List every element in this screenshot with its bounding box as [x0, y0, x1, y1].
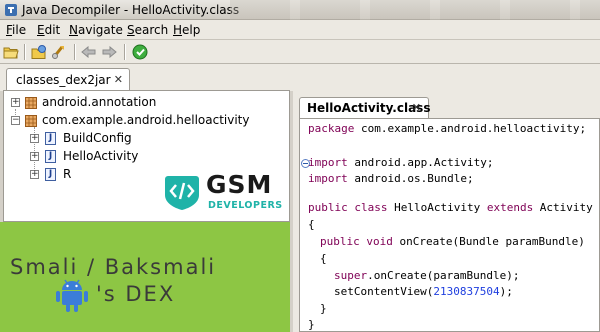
- tree-item-helloactivity[interactable]: + J HelloActivity: [4, 148, 284, 166]
- tree-item-com-example-android-helloactivity[interactable]: − com.example.android.helloactivity: [4, 112, 284, 130]
- code-text: );: [499, 285, 513, 298]
- code-text: onCreate(Bundle paramBundle): [392, 235, 585, 248]
- code-line: super.onCreate(paramBundle);: [334, 269, 519, 285]
- forward-icon[interactable]: [100, 43, 118, 61]
- code-keyword: super: [334, 269, 368, 282]
- code-line: public void onCreate(Bundle paramBundle): [320, 235, 585, 251]
- logo-sub-text: DEVELOPERS: [208, 200, 283, 211]
- java-decompiler-icon: [5, 4, 17, 16]
- code-keyword: public class: [308, 201, 388, 214]
- menu-navigate[interactable]: Navigate: [69, 23, 123, 37]
- code-number: 2130837504: [433, 285, 500, 298]
- class-file-icon: J: [45, 150, 56, 163]
- tree-item-label: HelloActivity: [63, 149, 139, 163]
- code-text: android.app.Activity;: [347, 156, 494, 169]
- editor-area: HelloActivity.class ✕ package com.exampl…: [293, 91, 600, 332]
- code-text: .onCreate(paramBundle);: [367, 269, 520, 282]
- logo-main-text: GSM: [206, 170, 273, 199]
- package-icon: [25, 97, 37, 109]
- toolbar-separator: [124, 44, 125, 60]
- code-text: com.example.android.helloactivity;: [354, 122, 587, 135]
- menu-search[interactable]: Search: [127, 23, 168, 37]
- expand-icon[interactable]: +: [30, 134, 39, 143]
- code-line: }: [320, 302, 327, 315]
- code-keyword: extends: [486, 201, 534, 214]
- code-keyword: public void: [320, 235, 393, 248]
- code-line: package com.example.android.helloactivit…: [308, 122, 586, 138]
- outer-tab-strip: classes_dex2jar ✕: [0, 64, 600, 91]
- code-line: {: [308, 218, 315, 231]
- code-keyword: package: [308, 122, 355, 135]
- toolbar: [0, 40, 600, 64]
- android-robot-icon: [56, 279, 88, 312]
- code-keyword: import: [308, 156, 348, 169]
- code-keyword: import: [308, 172, 348, 185]
- menu-help[interactable]: Help: [173, 23, 200, 37]
- package-icon: [25, 115, 37, 127]
- collapse-icon[interactable]: −: [11, 116, 20, 125]
- back-icon[interactable]: [80, 43, 98, 61]
- close-icon[interactable]: ✕: [412, 101, 421, 114]
- tab-classes-dex2jar[interactable]: classes_dex2jar ✕: [6, 68, 130, 91]
- code-line: {: [320, 252, 327, 265]
- tree-item-label: BuildConfig: [63, 131, 132, 145]
- tree-item-buildconfig[interactable]: + J BuildConfig: [4, 130, 284, 148]
- web-icon[interactable]: [131, 43, 149, 61]
- tree-item-label: android.annotation: [42, 95, 157, 109]
- tab-label: classes_dex2jar: [16, 73, 111, 87]
- code-line: public class HelloActivity extends Activ…: [308, 201, 593, 217]
- toolbar-separator: [24, 44, 25, 60]
- expand-icon[interactable]: +: [30, 152, 39, 161]
- code-line: import android.app.Activity;: [308, 156, 493, 172]
- banner-subtitle: 's DEX: [96, 282, 176, 306]
- gsm-developers-logo: GSM DEVELOPERS: [162, 170, 290, 214]
- title-bar: Java Decompiler - HelloActivity.class: [0, 0, 600, 20]
- close-icon[interactable]: ✕: [114, 73, 123, 86]
- banner-title: Smali / Baksmali: [10, 255, 217, 279]
- toolbar-separator: [74, 44, 75, 60]
- smali-banner: Smali / Baksmali 's DEX: [0, 222, 290, 332]
- tree-item-label: R: [63, 167, 72, 181]
- open-file-icon[interactable]: [2, 43, 20, 61]
- expand-icon[interactable]: +: [30, 170, 39, 179]
- code-line: setContentView(2130837504);: [334, 285, 513, 301]
- menu-edit[interactable]: Edit: [37, 23, 60, 37]
- menu-bar: File Edit Navigate Search Help: [0, 20, 600, 40]
- code-text: HelloActivity: [387, 201, 487, 214]
- class-file-icon: J: [45, 168, 56, 181]
- window-title: Java Decompiler - HelloActivity.class: [22, 3, 240, 17]
- tab-helloactivity-class[interactable]: HelloActivity.class ✕: [299, 97, 430, 119]
- code-line: }: [308, 318, 315, 331]
- code-text: setContentView(: [334, 285, 434, 298]
- source-editor[interactable]: package com.example.android.helloactivit…: [299, 118, 600, 332]
- tree-item-label: com.example.android.helloactivity: [42, 113, 250, 127]
- expand-icon[interactable]: +: [11, 98, 20, 107]
- code-text: Activity: [533, 201, 593, 214]
- open-type-icon[interactable]: [30, 43, 48, 61]
- background-tabs-ghost: [230, 0, 600, 20]
- code-text: android.os.Bundle;: [347, 172, 474, 185]
- menu-file[interactable]: File: [6, 23, 26, 37]
- class-file-icon: J: [45, 132, 56, 145]
- code-line: import android.os.Bundle;: [308, 172, 474, 188]
- code-badge-icon: [165, 176, 199, 210]
- open-type-hierarchy-icon[interactable]: [50, 43, 68, 61]
- tree-item-android-annotation[interactable]: + android.annotation: [4, 94, 284, 112]
